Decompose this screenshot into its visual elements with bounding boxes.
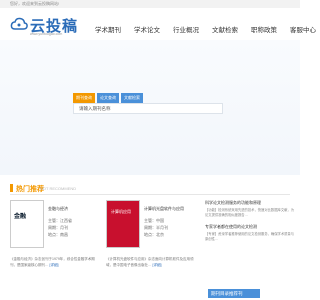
news-title[interactable]: 专家学者都在使用的论文检测 [205,224,295,230]
hot-section-header: 热门推荐 HOT RECOMMEND [10,182,290,195]
search-tabs: 期刊查询 论文查询 文献检索 [73,93,143,103]
journal-desc-text: 《计算机光盘软件与应用》杂志面向计算机软件及应用领域，是中国电子音像出版社… [106,257,194,267]
sidebar-news: 科学论文检测服务的功能和原理 【功能】检测系统采用先进的技术，快速对比数据库文献… [205,200,295,248]
journal-card[interactable]: 金融 金融与经济 主管：江西省 周期：月刊 地点：南昌 《金融与经济》杂志创刊于… [10,200,100,295]
tab-paper-search[interactable]: 论文查询 [97,93,119,103]
nav-service[interactable]: 客服中心 [290,24,316,34]
cover-text: 金融 [14,214,27,220]
search-input[interactable]: 请输入期刊名称 [73,103,223,114]
journal-sponsor: 主管：中国 [144,218,164,223]
detail-link[interactable]: [详细] [152,263,161,267]
hot-subtitle: HOT RECOMMEND [40,186,77,191]
journal-title[interactable]: 金融与经济 [48,206,68,212]
nav-papers[interactable]: 学术论文 [134,24,160,34]
news-title[interactable]: 科学论文检测服务的功能和原理 [205,200,295,206]
journal-location: 地点：南昌 [48,232,68,237]
journal-period: 周期：月刊 [48,225,68,230]
detail-link[interactable]: [详细] [49,263,58,267]
logo[interactable]: 云投稿 www.yuntougao.com [10,14,80,38]
journal-cover[interactable]: 计算机应用 [106,200,140,248]
journal-card[interactable]: 计算机应用 计算机光盘软件与应用 主管：中国 周期：半月刊 地点：北京 《计算机… [106,200,196,295]
welcome-text: 您好，欢迎来到云投稿网站! [10,1,60,6]
logo-url: www.yuntougao.com [30,32,63,36]
main-nav: 学术期刊 学术论文 行业概况 文献检索 职称政策 客服中心 [95,24,316,34]
cover-text: 计算机应用 [111,209,131,214]
journal-desc: 《金融与经济》杂志创刊于1979年，综合性金融学术期刊，是国家级核心期刊… [详… [10,256,98,268]
journal-cover[interactable]: 金融 [10,200,44,248]
nav-industry[interactable]: 行业概况 [173,24,199,34]
journal-title[interactable]: 计算机光盘软件与应用 [144,206,184,212]
cloud-icon [10,17,28,30]
journal-sponsor: 主管：江西省 [48,218,72,223]
top-bar: 您好，欢迎来到云投稿网站! [0,0,300,8]
search-placeholder: 请输入期刊名称 [79,106,111,111]
journal-period: 周期：半月刊 [144,225,168,230]
journal-desc: 《计算机光盘软件与应用》杂志面向计算机软件及应用领域，是中国电子音像出版社… [… [106,256,194,268]
accent-bar [10,184,13,192]
journal-location: 地点：北京 [144,232,164,237]
tab-literature-search[interactable]: 文献检索 [121,93,143,103]
news-summary: 【功能】检测系统采用先进的技术，快速对比数据库文献，为论文提供准确的相似度报告… [205,208,295,217]
nav-literature[interactable]: 文献检索 [212,24,238,34]
catalog-button[interactable]: 期刊目录推荐刊 [208,289,260,298]
nav-policy[interactable]: 职称政策 [251,24,277,34]
news-summary: 【专家】资深学者推荐使用的论文检测服务，确保学术质量与原创性… [205,232,295,241]
tab-journal-search[interactable]: 期刊查询 [73,93,95,103]
nav-journals[interactable]: 学术期刊 [95,24,121,34]
